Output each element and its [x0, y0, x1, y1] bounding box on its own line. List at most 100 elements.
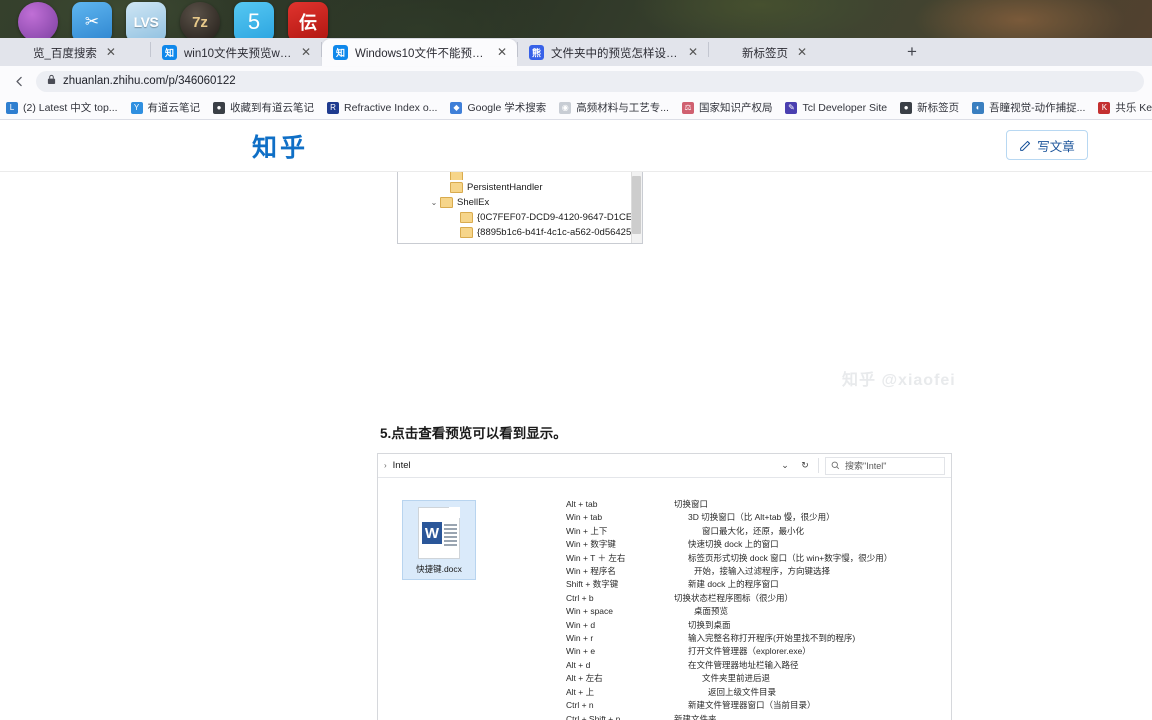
- bookmark-item-2[interactable]: ● 收藏到有道云笔记: [213, 100, 314, 115]
- folder-icon: [460, 212, 473, 223]
- registry-expander-icon[interactable]: ⌄: [428, 198, 440, 207]
- browser-tab-1[interactable]: 知 win10文件夹预览word - 搜索结 ✕: [151, 39, 321, 66]
- browser-tab-0[interactable]: 览_百度搜索 ✕: [0, 39, 150, 66]
- write-article-button[interactable]: 写文章: [1006, 130, 1088, 160]
- shortcut-row-12: Alt + d 在文件管理器地址栏输入路径: [566, 659, 951, 672]
- shortcut-key: Ctrl + b: [566, 592, 594, 603]
- shortcut-key: Win + space: [566, 606, 614, 617]
- breadcrumb-intel[interactable]: Intel: [393, 460, 411, 471]
- file-explorer-screenshot: › Intel ⌄ ↻ 搜索"Intel" W 快捷键.docx Alt + t…: [377, 453, 952, 720]
- bookmark-favicon-icon: ●: [213, 101, 226, 114]
- browser-tab-4[interactable]: 新标签页 ✕: [709, 39, 899, 66]
- dock-icon-app-7zip[interactable]: 7z: [180, 2, 220, 38]
- shortcut-key: Win + r: [566, 633, 594, 644]
- bookmark-item-10[interactable]: K 共乐 Ke: [1098, 100, 1152, 115]
- tab-title: 览_百度搜索: [33, 47, 97, 60]
- tab-close-icon[interactable]: ✕: [686, 45, 700, 60]
- shortcut-row-2: Win + 上下 窗口最大化，还原，最小化: [566, 525, 951, 538]
- refresh-icon[interactable]: ↻: [798, 460, 812, 471]
- registry-key-label: PersistentHandler: [467, 182, 543, 193]
- file-name-label: 快捷键.docx: [416, 564, 462, 574]
- shortcut-description: 切换窗口: [674, 499, 709, 509]
- bookmark-label: 有道云笔记: [147, 102, 201, 114]
- shortcut-row-15: Ctrl + n 新建文件管理器窗口（当前目录）: [566, 699, 951, 712]
- bookmark-label: Tcl Developer Site: [802, 101, 888, 114]
- shortcut-row-13: Alt + 左右 文件夹里前进后退: [566, 672, 951, 685]
- tab-close-icon[interactable]: ✕: [795, 45, 809, 60]
- tab-favicon-icon: [720, 45, 735, 60]
- registry-row-0[interactable]: [398, 172, 642, 180]
- registry-row-1[interactable]: PersistentHandler: [398, 180, 642, 195]
- chevron-down-icon[interactable]: ⌄: [778, 460, 792, 471]
- bookmark-favicon-icon: ✎: [785, 101, 798, 114]
- browser-tab-2[interactable]: 知 Windows10文件不能预览的解决 ✕: [322, 39, 517, 66]
- bookmark-item-4[interactable]: ◆ Google 学术搜索: [450, 100, 546, 115]
- shortcut-list: Alt + tab 切换窗口 Win + tab 3D 切换窗口（比 Alt+tab …: [558, 498, 951, 720]
- registry-scrollbar[interactable]: [631, 172, 642, 243]
- shortcut-description: 桌面预览: [694, 606, 729, 617]
- explorer-address-bar[interactable]: › Intel ⌄ ↻ 搜索"Intel": [378, 454, 951, 478]
- article-step-text: 5.点击查看预览可以看到显示。: [380, 426, 567, 441]
- tab-favicon-icon: 熊: [529, 45, 544, 60]
- shortcut-row-4: Win + T ＋ 左右 标签页形式切换 dock 窗口（比 win+数字慢，很少…: [566, 552, 951, 565]
- bookmark-label: 高频材料与工艺专...: [576, 102, 669, 114]
- explorer-preview-pane: Alt + tab 切换窗口 Win + tab 3D 切换窗口（比 Alt+tab …: [558, 478, 951, 720]
- bookmark-item-3[interactable]: R Refractive Index o...: [327, 101, 438, 114]
- bookmark-item-5[interactable]: ◉ 高频材料与工艺专...: [559, 100, 669, 115]
- shortcut-key: Shift + 数字键: [566, 579, 619, 590]
- registry-key-label: {0C7FEF07-DCD9-4120-9647-D1CE32F2: [477, 212, 643, 223]
- bookmark-label: 收藏到有道云笔记: [230, 102, 315, 114]
- shortcut-description: 返回上级文件目录: [708, 686, 777, 697]
- shortcut-key: Win + d: [566, 619, 596, 630]
- folder-icon: [440, 197, 453, 208]
- bookmark-item-1[interactable]: Y 有道云笔记: [130, 100, 201, 115]
- bookmark-item-9[interactable]: ◐ 吾瞳视觉-动作捕捉...: [972, 100, 1085, 115]
- registry-row-3[interactable]: {0C7FEF07-DCD9-4120-9647-D1CE32F2: [398, 210, 642, 225]
- browser-window: 览_百度搜索 ✕ 知 win10文件夹预览word - 搜索结 ✕ 知 Windows10文…: [0, 38, 1152, 720]
- bookmark-item-6[interactable]: ⚖ 国家知识产权局: [681, 100, 772, 115]
- tab-title: win10文件夹预览word - 搜索结: [184, 47, 292, 60]
- dock-icon-app-kingsoft-5[interactable]: 5: [234, 2, 274, 38]
- dock-icon-app-snipaste[interactable]: ✂: [72, 2, 112, 38]
- registry-row-2[interactable]: ⌄ ShellEx: [398, 195, 642, 210]
- bookmark-favicon-icon: ◆: [450, 101, 463, 114]
- new-tab-button[interactable]: +: [899, 39, 925, 65]
- shortcut-key: Win + tab: [566, 512, 603, 523]
- bookmark-label: Google 学术搜索: [467, 102, 547, 114]
- registry-scrollbar-thumb[interactable]: [632, 176, 641, 234]
- shortcut-row-7: Ctrl + b 切换状态栏程序图标（很少用）: [566, 592, 951, 605]
- bookmark-favicon-icon: K: [1098, 101, 1111, 114]
- shortcut-description: 切换状态栏程序图标（很少用）: [674, 592, 794, 603]
- desktop-wallpaper-strip: ✂ LVS 7z 5 伝: [0, 0, 1152, 38]
- bookmark-label: Refractive Index o...: [344, 101, 438, 114]
- tab-close-icon[interactable]: ✕: [104, 45, 118, 60]
- shortcut-row-14: Alt + 上 返回上级文件目录: [566, 686, 951, 699]
- bookmark-favicon-icon: ●: [900, 101, 913, 114]
- tab-strip: 览_百度搜索 ✕ 知 win10文件夹预览word - 搜索结 ✕ 知 Windows10文…: [0, 38, 1152, 66]
- shortcut-row-5: Win + 程序名 开始，接输入过滤程序，方向键选择: [566, 565, 951, 578]
- shortcut-key: Ctrl + n: [566, 700, 594, 711]
- back-button[interactable]: [8, 70, 30, 92]
- bookmark-item-7[interactable]: ✎ Tcl Developer Site: [785, 101, 888, 114]
- file-item-selected[interactable]: W 快捷键.docx: [402, 500, 476, 580]
- tab-close-icon[interactable]: ✕: [299, 45, 313, 60]
- tab-close-icon[interactable]: ✕: [495, 45, 509, 60]
- address-bar[interactable]: zhuanlan.zhihu.com/p/346060122: [36, 70, 1144, 92]
- explorer-search-box[interactable]: 搜索"Intel": [825, 456, 945, 475]
- bookmark-favicon-icon: Y: [130, 101, 143, 114]
- lock-icon: [47, 74, 56, 88]
- dock-icon-app-lvs[interactable]: LVS: [126, 2, 166, 38]
- browser-tab-3[interactable]: 熊文件夹中的预览怎样设置_百度知 ✕: [518, 39, 708, 66]
- article-body: PersistentHandler ⌄ ShellEx {0C7FEF07-DCD9-…: [0, 172, 1152, 720]
- bookmark-item-0[interactable]: L (2) Latest 中文 top...: [6, 100, 118, 115]
- zhihu-logo[interactable]: 知乎: [252, 128, 308, 164]
- dock-icon-app-sogou[interactable]: 伝: [288, 2, 328, 38]
- shortcut-description: 输入完整名称打开程序(开始里找不到的程序): [688, 633, 856, 644]
- bookmark-label: (2) Latest 中文 top...: [23, 102, 118, 114]
- registry-row-4[interactable]: {8895b1c6-b41f-4c1c-a562-0d5642508: [398, 225, 642, 240]
- explorer-file-list: W 快捷键.docx: [378, 478, 558, 720]
- shortcut-key: Win + 程序名: [566, 566, 616, 577]
- bookmark-item-8[interactable]: ● 新标签页: [900, 100, 959, 115]
- folder-icon: [450, 172, 463, 180]
- dock-icon-app-purple-swirl[interactable]: [18, 2, 58, 38]
